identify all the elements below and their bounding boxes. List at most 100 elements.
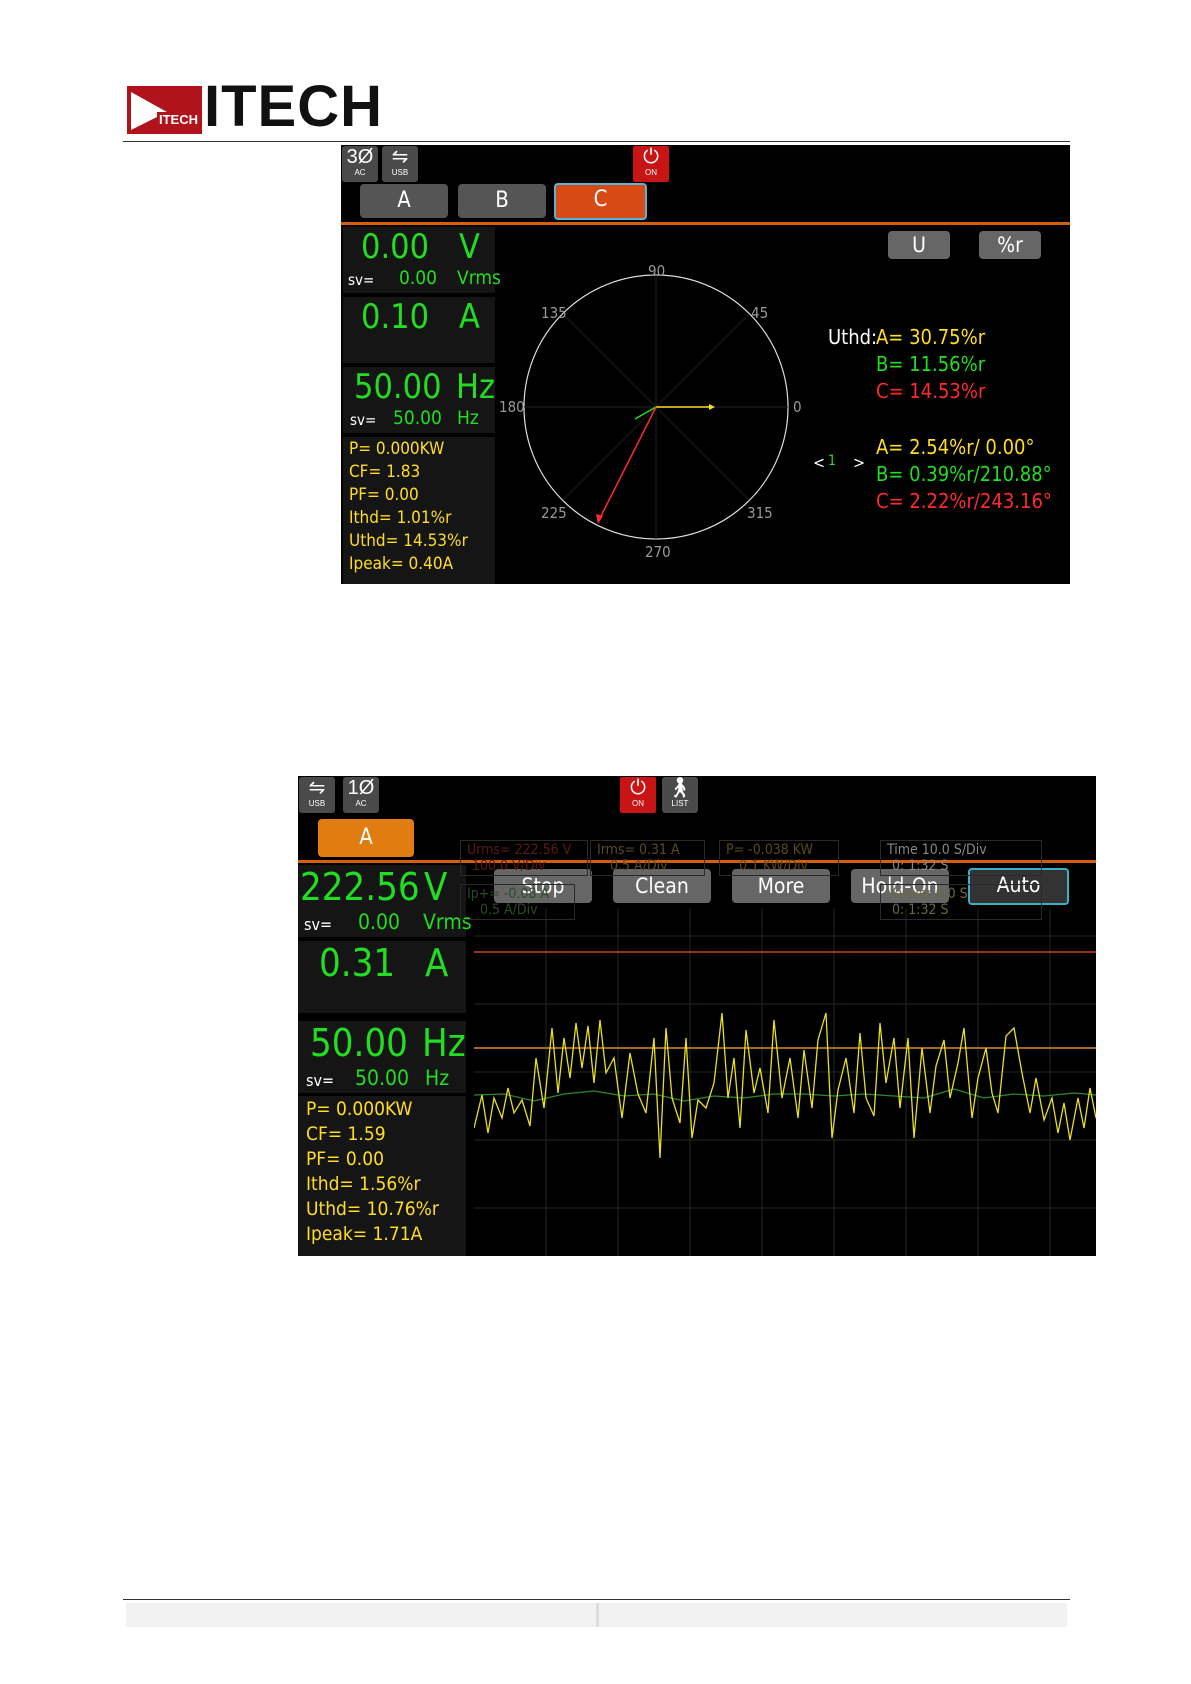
angle-label-315: 315 (747, 504, 773, 522)
stat-ipeak: Ipeak= 0.40A (349, 554, 454, 574)
time-per-div: Time 10.0 S/Div (887, 842, 987, 858)
voltage-panel: 222.56 V sv= 0.00 Vrms (298, 865, 472, 937)
voltage-unit: V (424, 865, 448, 909)
time-readout: Time 10.0 S/Div 0: 1:32 S (880, 840, 1042, 876)
uthd-b: B= 11.56%r (876, 352, 986, 376)
stat-pf: PF= 0.00 (306, 1148, 384, 1170)
stat-cf: CF= 1.83 (349, 462, 421, 482)
frequency-unit: Hz (422, 1021, 466, 1065)
phasor-a-arrow (709, 404, 715, 410)
vernier-value: Vernier 0.0 S (887, 886, 968, 902)
frequency-sv-value: 50.00 (355, 1066, 410, 1090)
itech-logo-mark-text: ITECH (159, 112, 198, 127)
screen-phase-diagram: 3Ø AC ⇋ USB ⏻ ON A B C 0.00 V sv= 0.00 Vrms… (341, 145, 1070, 584)
usb-icon: ⇋ USB (382, 146, 418, 182)
vernier-readout: Vernier 0.0 S 0: 1:32 S (880, 884, 1042, 920)
stat-power: P= 0.000KW (306, 1098, 413, 1120)
frequency-sv-label: sv= (306, 1071, 335, 1090)
frequency-unit: Hz (456, 367, 496, 407)
harmonic-b: B= 0.39%r/210.88° (876, 462, 1052, 486)
uthd-a: A= 30.75%r (876, 325, 986, 349)
stat-ithd: Ithd= 1.01%r (349, 508, 452, 528)
voltage-panel: 0.00 V sv= 0.00 Vrms (343, 227, 501, 293)
tab-phase-a[interactable]: A (360, 184, 448, 218)
harmonic-prev[interactable]: < (813, 453, 825, 472)
voltage-value: 222.56 (300, 865, 420, 909)
uthd-label: Uthd: (828, 325, 878, 349)
usb-icon: ⇋ USB (299, 777, 335, 813)
angle-label-225: 225 (541, 504, 567, 522)
harmonic-next[interactable]: > (853, 453, 865, 472)
footer-column-divider (596, 1603, 599, 1627)
ip-readout: Ip+= -0.08 A 0.5 A/Div (460, 884, 575, 920)
frequency-panel: 50.00 Hz sv= 50.00 Hz (343, 367, 495, 433)
angle-label-0: 0 (793, 398, 802, 416)
urms-value: Urms= 222.56 V (467, 842, 572, 858)
frequency-panel: 50.00 Hz sv= 50.00 Hz (298, 1021, 466, 1093)
voltage-sv-value: 0.00 (358, 910, 401, 934)
irms-readout: Irms= 0.31 A 0.5 A/Div (590, 840, 705, 876)
frequency-value: 50.00 (354, 367, 442, 407)
frequency-value: 50.00 (310, 1021, 408, 1065)
stat-cf: CF= 1.59 (306, 1123, 386, 1145)
frequency-sv-unit: Hz (425, 1066, 450, 1090)
itech-logo-text: ITECH (204, 74, 383, 139)
angle-label-270: 270 (645, 543, 671, 561)
frequency-sv-unit: Hz (457, 407, 479, 429)
header-divider (123, 141, 1070, 142)
tab-underline (341, 222, 1070, 225)
current-unit: A (425, 941, 449, 985)
u-button[interactable]: U (888, 231, 950, 259)
angle-label-90: 90 (648, 262, 665, 280)
tab-phase-b[interactable]: B (458, 184, 546, 218)
tab-phase-c[interactable]: C (554, 183, 647, 220)
screen-waveform: ⇋ USB 1Ø AC ⏻ ON 🚶︎ LIST A 222.56 V sv= 0.00… (298, 776, 1096, 1256)
harmonic-a: A= 2.54%r/ 0.00° (876, 435, 1035, 459)
voltage-sv-label: sv= (348, 271, 375, 289)
current-trace (474, 1088, 1096, 1102)
voltage-sv-unit: Vrms (457, 267, 501, 289)
power-div: 0.1 KW/Div (739, 858, 809, 874)
stat-uthd: Uthd= 10.76%r (306, 1198, 439, 1220)
power-value: P= -0.038 KW (726, 842, 813, 858)
power-on-icon[interactable]: ⏻ ON (633, 146, 669, 182)
ip-div: 0.5 A/Div (480, 902, 538, 918)
frequency-sv-value: 50.00 (393, 407, 442, 429)
vernier-elapsed: 0: 1:32 S (892, 902, 949, 918)
angle-label-135: 135 (541, 304, 567, 322)
voltage-value: 0.00 (361, 227, 430, 267)
current-unit: A (459, 297, 480, 337)
footer-divider (123, 1599, 1070, 1600)
voltage-unit: V (459, 227, 480, 267)
stat-ithd: Ithd= 1.56%r (306, 1173, 421, 1195)
ip-value: Ip+= -0.08 A (467, 886, 550, 902)
phasor-diagram: 90 45 0 315 270 225 180 135 (499, 262, 802, 561)
stat-uthd: Uthd= 14.53%r (349, 531, 468, 551)
angle-label-180: 180 (499, 398, 525, 416)
irms-div: 0.5 A/Div (610, 858, 668, 874)
uthd-c: C= 14.53%r (876, 379, 986, 403)
power-on-icon[interactable]: ⏻ ON (620, 777, 656, 813)
stats-panel: P= 0.000KW CF= 1.83 PF= 0.00 Ithd= 1.01%… (343, 437, 495, 584)
tab-phase-a[interactable]: A (318, 819, 414, 857)
current-value: 0.10 (361, 297, 430, 337)
urms-div: 100.0 V/Div (472, 858, 546, 874)
irms-value: Irms= 0.31 A (597, 842, 680, 858)
phasor-c (598, 406, 657, 521)
harmonic-c: C= 2.22%r/243.16° (876, 489, 1052, 513)
waveform-plot (474, 908, 1096, 1256)
urms-readout: Urms= 222.56 V 100.0 V/Div (460, 840, 588, 876)
phase-mode-icon: 1Ø AC (343, 777, 379, 813)
list-mode-icon: 🚶︎ LIST (662, 777, 698, 813)
power-readout: P= -0.038 KW 0.1 KW/Div (719, 840, 839, 876)
voltage-sv-label: sv= (304, 915, 333, 934)
time-elapsed: 0: 1:32 S (892, 858, 949, 874)
frequency-sv-label: sv= (350, 411, 377, 429)
stats-panel: P= 0.000KW CF= 1.59 PF= 0.00 Ithd= 1.56%… (298, 1096, 466, 1256)
stat-pf: PF= 0.00 (349, 485, 419, 505)
harmonic-index: 1 (828, 453, 837, 469)
percent-r-button[interactable]: %r (979, 231, 1041, 259)
current-value: 0.31 (319, 941, 396, 985)
stat-ipeak: Ipeak= 1.71A (306, 1223, 423, 1245)
voltage-trace (474, 1012, 1096, 1159)
